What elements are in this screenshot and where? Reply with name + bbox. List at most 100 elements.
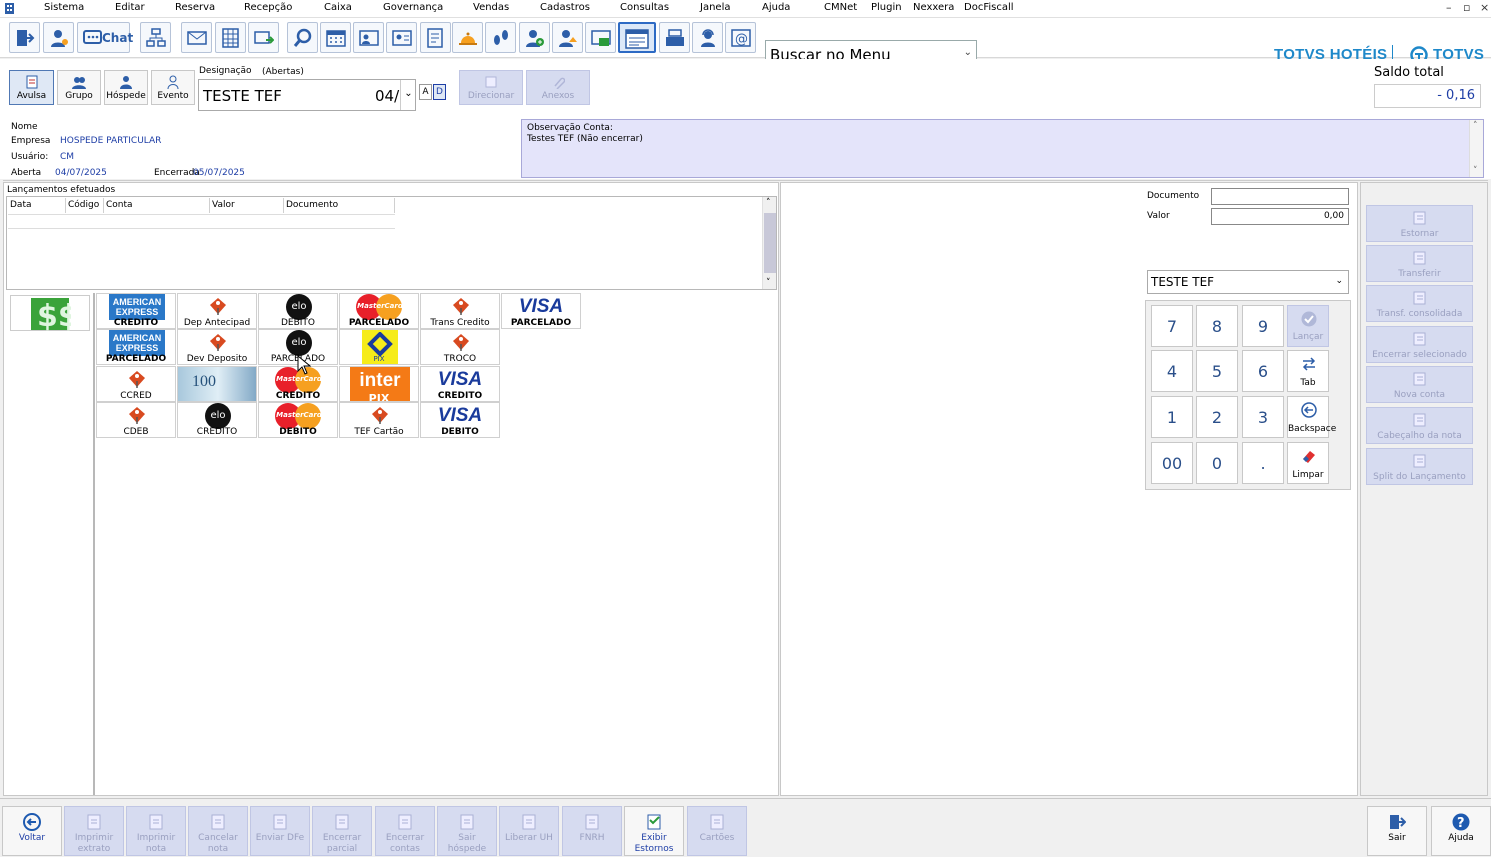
menu-vendas[interactable]: Vendas	[473, 2, 509, 13]
bell-toolbar-button[interactable]	[452, 22, 483, 53]
btn-a[interactable]: A	[419, 84, 432, 100]
observacao-box[interactable]: Observação Conta: Testes TEF (Não encerr…	[521, 119, 1484, 178]
key-5[interactable]: 5	[1196, 350, 1238, 392]
backspace-key[interactable]: Backspace	[1287, 396, 1336, 438]
documento-input[interactable]	[1211, 188, 1349, 205]
spreadsheet-toolbar-button[interactable]	[215, 22, 246, 53]
key-1[interactable]: 1	[1151, 396, 1193, 438]
add-user-toolbar-button[interactable]	[519, 22, 550, 53]
payment-mastercard-parcelado[interactable]: MasterCard PARCELADO	[339, 293, 419, 329]
direcionar-button[interactable]: Direcionar	[459, 70, 523, 105]
menu-cmnet[interactable]: CMNet	[824, 2, 857, 13]
user-toolbar-button[interactable]	[43, 22, 74, 53]
minimize-button[interactable]: –	[1446, 1, 1452, 14]
restore-button[interactable]: ▫	[1463, 1, 1470, 14]
send-mail-toolbar-button[interactable]	[248, 22, 279, 53]
bottom-encerrar-contas-button[interactable]: Encerrar contas	[375, 806, 435, 856]
side-nova-conta-button[interactable]: Nova conta	[1366, 366, 1473, 403]
exit-toolbar-button[interactable]	[9, 22, 40, 53]
housekeeping-toolbar-button[interactable]	[552, 22, 583, 53]
type-hospede-button[interactable]: Hóspede	[104, 70, 148, 105]
lancamentos-table[interactable]: Data Código Conta Valor Documento ˄ ˅	[6, 196, 777, 290]
menu-sistema[interactable]: Sistema	[44, 2, 84, 13]
menu-plugin[interactable]: Plugin	[871, 2, 902, 13]
agent-toolbar-button[interactable]	[692, 22, 723, 53]
email-at-toolbar-button[interactable]: @	[725, 22, 756, 53]
side-transferir-button[interactable]: Transferir	[1366, 245, 1473, 282]
payment-tag-cdeb[interactable]: CDEB	[96, 402, 176, 438]
col-documento[interactable]: Documento	[284, 198, 395, 213]
payment-pix-pix[interactable]: PIX	[339, 329, 419, 365]
payment-tag-troco[interactable]: TROCO	[420, 329, 500, 365]
menu-cadastros[interactable]: Cadastros	[540, 2, 590, 13]
bottom-imprimir-extrato-button[interactable]: Imprimir extrato	[64, 806, 124, 856]
valor-input[interactable]: 0,00	[1211, 208, 1349, 225]
account-select[interactable]: TESTE TEF ⌄	[1147, 270, 1349, 294]
calendar-toolbar-button[interactable]	[320, 22, 351, 53]
guest-card-toolbar-button[interactable]	[353, 22, 384, 53]
menu-recepcao[interactable]: Recepção	[244, 2, 292, 13]
key-6[interactable]: 6	[1242, 350, 1284, 392]
type-avulsa-button[interactable]: Avulsa	[9, 70, 54, 105]
footsteps-toolbar-button[interactable]	[485, 22, 516, 53]
table-row[interactable]	[8, 214, 395, 229]
key-7[interactable]: 7	[1151, 305, 1193, 347]
limpar-key[interactable]: Limpar	[1287, 442, 1329, 484]
register-toolbar-button[interactable]	[659, 22, 690, 53]
payment-tag-dev-deposito[interactable]: Dev Deposito	[177, 329, 257, 365]
menu-governanca[interactable]: Governança	[383, 2, 443, 13]
payment-elo-credito[interactable]: elo CREDITO	[177, 402, 257, 438]
chat-button[interactable]: Chat	[77, 22, 133, 53]
observacao-scrollbar[interactable]: ˄ ˅	[1469, 120, 1483, 177]
bottom-imprimir-nota-button[interactable]: Imprimir nota	[126, 806, 186, 856]
menu-janela[interactable]: Janela	[700, 2, 730, 13]
bottom-exibir-estornos-button[interactable]: Exibir Estornos	[624, 806, 684, 856]
scroll-thumb[interactable]	[764, 213, 776, 273]
anexos-button[interactable]: Anexos	[526, 70, 590, 105]
payment-visa-parcelado[interactable]: VISA PARCELADO	[501, 293, 581, 329]
side-encerrar-selecionado-button[interactable]: Encerrar selecionado	[1366, 326, 1473, 363]
menu-editar[interactable]: Editar	[115, 2, 145, 13]
payment-inter-pix[interactable]: inter PIX	[339, 366, 419, 402]
search-toolbar-button[interactable]	[287, 22, 318, 53]
payment-amex-credito[interactable]: AMERICAN EXPRESS CREDITO	[96, 293, 176, 329]
menu-docfiscall[interactable]: DocFiscall	[964, 2, 1014, 13]
bottom-enviar-dfe-button[interactable]: Enviar DFe	[250, 806, 310, 856]
key-4[interactable]: 4	[1151, 350, 1193, 392]
payment-tag-trans-credito[interactable]: Trans Credito	[420, 293, 500, 329]
type-evento-button[interactable]: Evento	[151, 70, 195, 105]
side-cabecalho-da-nota-button[interactable]: Cabeçalho da nota	[1366, 407, 1473, 444]
payment-visa-debito[interactable]: VISA DEBITO	[420, 402, 500, 438]
payment-mastercard-debito[interactable]: MasterCard DEBITO	[258, 402, 338, 438]
menu-ajuda[interactable]: Ajuda	[762, 2, 790, 13]
btn-d[interactable]: D	[433, 84, 446, 100]
key-2[interactable]: 2	[1196, 396, 1238, 438]
side-split-do-lancamento-button[interactable]: Split do Lançamento	[1366, 448, 1473, 485]
menu-nexxera[interactable]: Nexxera	[913, 2, 954, 13]
close-button[interactable]: ×	[1480, 1, 1489, 14]
bottom-voltar-button[interactable]: Voltar	[2, 806, 62, 856]
cash-register-logo[interactable]: $$	[10, 295, 90, 332]
account-toolbar-button[interactable]	[618, 22, 656, 53]
col-data[interactable]: Data	[8, 198, 66, 213]
side-transf-consolidada-button[interactable]: Transf. consolidada	[1366, 285, 1473, 322]
payment-amex-parcelado[interactable]: AMERICAN EXPRESS PARCELADO	[96, 329, 176, 365]
col-codigo[interactable]: Código	[66, 198, 104, 213]
key-9[interactable]: 9	[1242, 305, 1284, 347]
cashier-toolbar-button[interactable]	[585, 22, 616, 53]
lancamentos-scrollbar[interactable]: ˄ ˅	[762, 197, 776, 289]
sair-button[interactable]: Sair	[1367, 806, 1427, 856]
key-00[interactable]: 00	[1151, 442, 1193, 484]
key-3[interactable]: 3	[1242, 396, 1284, 438]
type-grupo-button[interactable]: Grupo	[57, 70, 101, 105]
col-conta[interactable]: Conta	[104, 198, 210, 213]
payment-tag-dep-antecipad[interactable]: Dep Antecipad	[177, 293, 257, 329]
menu-consultas[interactable]: Consultas	[620, 2, 669, 13]
col-valor[interactable]: Valor	[210, 198, 284, 213]
bottom-cancelar-nota-button[interactable]: Cancelar nota	[188, 806, 248, 856]
ajuda-button[interactable]: ? Ajuda	[1431, 806, 1491, 856]
mail-toolbar-button[interactable]	[181, 22, 212, 53]
bottom-encerrar-parcial-button[interactable]: Encerrar parcial	[312, 806, 372, 856]
designacao-combobox[interactable]: TESTE TEF 04/ ⌄	[198, 79, 416, 111]
payment-elo-debito[interactable]: elo DEBITO	[258, 293, 338, 329]
